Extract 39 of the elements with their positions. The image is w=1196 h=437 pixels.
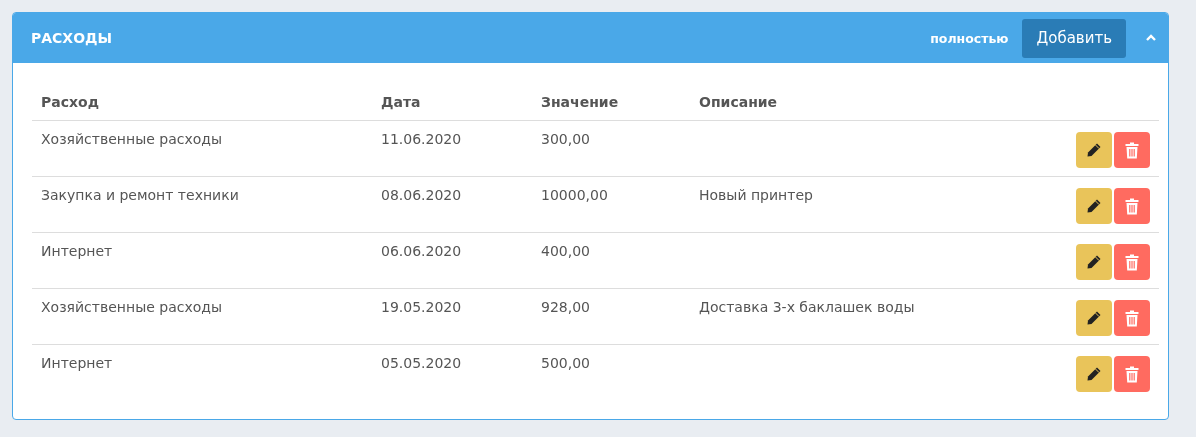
edit-button[interactable] [1076, 132, 1112, 168]
date-cell: 08.06.2020 [381, 187, 462, 203]
edit-button[interactable] [1076, 356, 1112, 392]
trash-icon [1125, 141, 1139, 159]
trash-icon [1125, 365, 1139, 383]
expense-cell: Хозяйственные расходы [41, 131, 222, 147]
trash-icon [1125, 253, 1139, 271]
description-cell: Доставка 3-х баклашек воды [699, 299, 915, 315]
value-cell: 500,00 [541, 355, 590, 371]
date-cell: 19.05.2020 [381, 299, 462, 315]
column-header: Значение [541, 93, 619, 110]
edit-button[interactable] [1076, 300, 1112, 336]
pencil-icon [1086, 366, 1102, 382]
date-cell: 06.06.2020 [381, 243, 462, 259]
pencil-icon [1086, 310, 1102, 326]
trash-icon [1125, 197, 1139, 215]
edit-button[interactable] [1076, 244, 1112, 280]
value-cell: 928,00 [541, 299, 590, 315]
column-header: Дата [381, 93, 421, 110]
expense-cell: Хозяйственные расходы [41, 299, 222, 315]
add-button[interactable]: Добавить [1022, 18, 1126, 58]
value-cell: 10000,00 [541, 187, 608, 203]
expense-cell: Интернет [41, 355, 113, 371]
expense-cell: Закупка и ремонт техники [41, 187, 239, 203]
date-cell: 11.06.2020 [381, 131, 462, 147]
trash-icon [1125, 309, 1139, 327]
pencil-icon [1086, 142, 1102, 158]
date-cell: 05.05.2020 [381, 355, 462, 371]
value-cell: 400,00 [541, 243, 590, 259]
panel-title: РАСХОДЫ [31, 30, 114, 46]
pencil-icon [1086, 254, 1102, 270]
value-cell: 300,00 [541, 131, 590, 147]
column-header: Расход [41, 93, 99, 110]
column-header: Описание [699, 93, 778, 110]
show-all-link[interactable]: полностью [930, 30, 1009, 46]
description-cell: Новый принтер [699, 187, 813, 203]
edit-button[interactable] [1076, 188, 1112, 224]
expense-cell: Интернет [41, 243, 113, 259]
pencil-icon [1086, 198, 1102, 214]
